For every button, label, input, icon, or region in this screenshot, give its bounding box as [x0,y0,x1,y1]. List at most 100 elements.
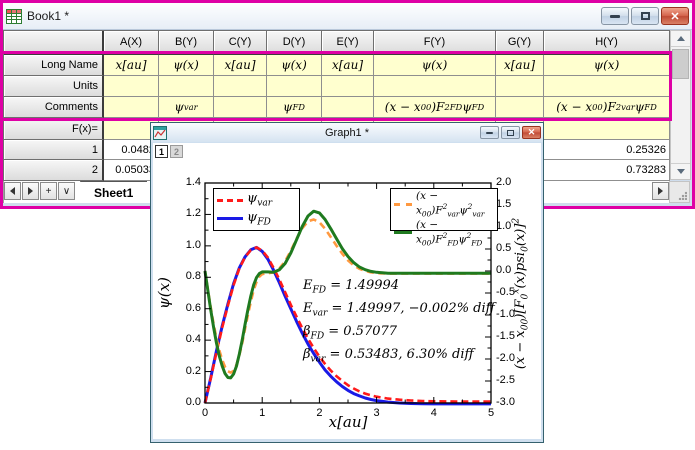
cell-units[interactable] [104,76,159,97]
cell-units[interactable] [322,76,374,97]
column-header-F[interactable]: F(Y) [374,31,496,55]
legend-label: (x − x00)F2FDψ2FD [416,219,494,248]
row-header-fx[interactable]: F(x)= [4,118,104,140]
scrollbar-thumb[interactable] [672,49,689,79]
y-right-tick-label: 1.5 [496,198,530,210]
cell-units[interactable] [496,76,544,97]
row-header-1[interactable]: 1 [4,140,104,160]
cell-fx[interactable] [544,118,670,140]
close-icon: ✕ [528,127,536,138]
graph-icon [153,126,167,140]
y-right-tick-label: 0.0 [496,264,530,276]
sheet-cell[interactable]: 0.73283 [544,160,670,181]
cell-comments[interactable]: ψFD [267,97,322,118]
x-tick-label: 0 [190,407,220,419]
row-header-comments[interactable]: Comments [4,97,104,118]
book1-titlebar[interactable]: Book1 * ✕ [3,3,692,30]
close-button[interactable]: ✕ [661,7,689,25]
cell-units[interactable] [267,76,322,97]
legend-line-sample [394,203,412,206]
sheet-tab-sheet1[interactable]: Sheet1 [80,181,147,203]
arrow-down-icon [677,169,685,174]
minimize-icon [610,15,620,18]
cell-comments[interactable] [322,97,374,118]
annotation-line: βFD = 0.57077 [303,323,495,346]
cell-long-name[interactable]: x[au] [104,55,159,76]
legend-f2[interactable]: (x − x00)F2varψ2var(x − x00)F2FDψ2FD [390,188,498,231]
cell-units[interactable] [214,76,267,97]
tab-scroll-right-button[interactable] [22,182,39,200]
scroll-up-button[interactable] [671,31,690,47]
corner-cell[interactable] [4,31,104,55]
cell-long-name[interactable]: ψ(x) [374,55,496,76]
legend-label: ψvar [247,191,272,209]
graph1-titlebar[interactable]: Graph1 * ✕ [151,123,543,142]
graph1-window: Graph1 * ✕ 1 2 ψ(x) (x − x00)[F0x(x)psi0… [150,122,544,443]
cell-comments[interactable]: (x − x00)F2varψFD [544,97,670,118]
column-header-G[interactable]: G(Y) [496,31,544,55]
cell-long-name[interactable]: ψ(x) [544,55,670,76]
resize-corner[interactable] [669,181,690,203]
y-left-tick-label: 0.2 [167,365,201,377]
column-header-D[interactable]: D(Y) [267,31,322,55]
minimize-button[interactable] [601,7,629,25]
y-right-tick-label: 0.5 [496,242,530,254]
row-header-long-name[interactable]: Long Name [4,55,104,76]
cell-comments[interactable]: ψvar [159,97,214,118]
annotation-line: EFD = 1.49994 [303,277,495,300]
scroll-down-button[interactable] [671,163,690,179]
legend-label: ψFD [247,210,271,228]
cell-units[interactable] [374,76,496,97]
column-header-H[interactable]: H(Y) [544,31,670,55]
vertical-scrollbar[interactable] [670,30,691,180]
graph-restore-button[interactable] [501,126,520,139]
restore-button[interactable] [631,7,659,25]
sheet-cell[interactable]: 0.25326 [544,140,670,160]
legend-psi[interactable]: ψvarψFD [213,188,300,231]
y-left-axis-title[interactable]: ψ(x) [155,243,173,343]
cell-comments[interactable] [104,97,159,118]
cell-long-name[interactable]: ψ(x) [159,55,214,76]
x-tick-label: 1 [247,407,277,419]
hscroll-right-button[interactable] [652,182,669,200]
y-left-tick-label: 0.6 [167,302,201,314]
y-left-tick-label: 0.4 [167,333,201,345]
cell-comments[interactable] [214,97,267,118]
x-tick-label: 4 [419,407,449,419]
close-icon: ✕ [670,10,679,23]
cell-units[interactable] [544,76,670,97]
cell-long-name[interactable]: ψ(x) [267,55,322,76]
column-header-B[interactable]: B(Y) [159,31,214,55]
column-header-A[interactable]: A(X) [104,31,159,55]
graph-page: 1 2 ψ(x) (x − x00)[F0x(x)psi0(x)]2 x[au]… [153,143,541,439]
y-right-tick-label: -3.0 [496,396,530,408]
y-right-tick-label: -1.5 [496,330,530,342]
cell-units[interactable] [159,76,214,97]
x-tick-label: 5 [476,407,506,419]
y-right-tick-label: -2.0 [496,352,530,364]
cell-comments[interactable] [496,97,544,118]
graph-close-button[interactable]: ✕ [522,126,541,139]
cell-long-name[interactable]: x[au] [322,55,374,76]
legend-entry: ψvar [217,191,296,209]
row-header-2[interactable]: 2 [4,160,104,181]
legend-line-sample [217,199,243,202]
workbook-icon [6,9,22,24]
tab-scroll-left-button[interactable] [4,182,21,200]
column-header-C[interactable]: C(Y) [214,31,267,55]
annotation-text[interactable]: EFD = 1.49994 Evar = 1.49997, −0.002% di… [303,277,495,369]
y-right-tick-label: -0.5 [496,286,530,298]
arrow-up-icon [677,36,685,41]
y-right-tick-label: 2.0 [496,176,530,188]
legend-label: (x − x00)F2varψ2var [416,190,494,219]
column-header-E[interactable]: E(Y) [322,31,374,55]
cell-long-name[interactable]: x[au] [214,55,267,76]
y-right-tick-label: -2.5 [496,374,530,386]
row-header-units[interactable]: Units [4,76,104,97]
add-sheet-button[interactable]: + [40,182,57,200]
cell-comments[interactable]: (x − x00)F2FDψFD [374,97,496,118]
restore-icon [641,12,650,20]
sheet-list-button[interactable]: ∨ [58,182,75,200]
cell-long-name[interactable]: x[au] [496,55,544,76]
graph-minimize-button[interactable] [480,126,499,139]
